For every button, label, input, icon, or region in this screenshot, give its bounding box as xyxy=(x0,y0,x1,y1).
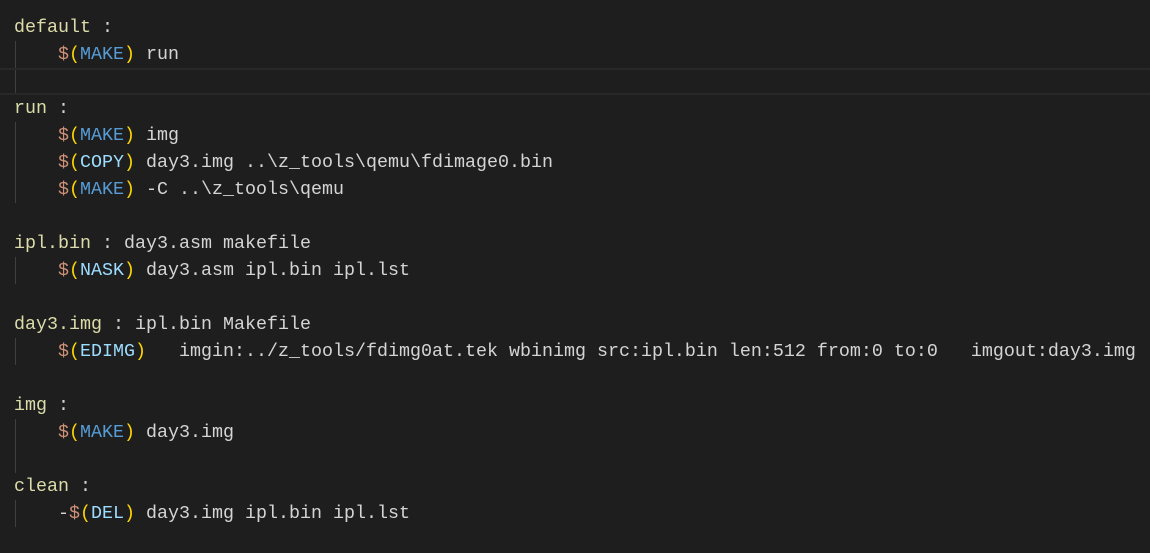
token-var: COPY xyxy=(80,152,124,173)
token-target: clean xyxy=(14,476,69,497)
code-line[interactable]: $(MAKE) day3.img xyxy=(0,419,1150,446)
code-line[interactable] xyxy=(0,284,1150,311)
token-target: default xyxy=(14,17,91,38)
indent-guide xyxy=(15,257,16,284)
token-paren: ) xyxy=(124,503,135,524)
token-builtin: MAKE xyxy=(80,179,124,200)
token-plain: : xyxy=(69,476,91,497)
code-line[interactable]: ipl.bin : day3.asm makefile xyxy=(0,230,1150,257)
token-dollar: $ xyxy=(58,179,69,200)
code-line[interactable]: $(EDIMG) imgin:../z_tools/fdimg0at.tek w… xyxy=(0,338,1150,365)
code-line[interactable]: run : xyxy=(0,95,1150,122)
token-plain: : day3.asm makefile xyxy=(91,233,311,254)
token-plain: img xyxy=(135,125,179,146)
code-line[interactable] xyxy=(0,365,1150,392)
code-line[interactable]: clean : xyxy=(0,473,1150,500)
code-line[interactable] xyxy=(0,68,1150,95)
indent-guide xyxy=(15,446,16,473)
token-var: NASK xyxy=(80,260,124,281)
code-line[interactable]: $(COPY) day3.img ..\z_tools\qemu\fdimage… xyxy=(0,149,1150,176)
indent-guide xyxy=(15,176,16,203)
indent-guide xyxy=(15,41,16,68)
code-line[interactable]: img : xyxy=(0,392,1150,419)
token-builtin: MAKE xyxy=(80,125,124,146)
token-plain: -C ..\z_tools\qemu xyxy=(135,179,344,200)
token-var: DEL xyxy=(91,503,124,524)
token-paren: ) xyxy=(124,179,135,200)
token-plain: day3.img xyxy=(135,422,234,443)
token-plain: : ipl.bin Makefile xyxy=(102,314,311,335)
token-paren: ) xyxy=(124,152,135,173)
indent-guide xyxy=(15,70,16,93)
token-plain: : xyxy=(47,98,69,119)
token-dollar: $ xyxy=(58,422,69,443)
token-paren: ( xyxy=(69,152,80,173)
token-paren: ) xyxy=(124,44,135,65)
token-paren: ( xyxy=(69,125,80,146)
token-paren: ) xyxy=(124,260,135,281)
token-paren: ) xyxy=(135,341,146,362)
token-builtin: MAKE xyxy=(80,422,124,443)
token-target: run xyxy=(14,98,47,119)
indent-guide xyxy=(15,500,16,527)
token-target: ipl.bin xyxy=(14,233,91,254)
token-paren: ) xyxy=(124,125,135,146)
token-paren: ( xyxy=(69,341,80,362)
code-line[interactable] xyxy=(0,203,1150,230)
token-target: img xyxy=(14,395,47,416)
token-plain: : xyxy=(91,17,113,38)
token-target: day3.img xyxy=(14,314,102,335)
code-line[interactable] xyxy=(0,446,1150,473)
token-plain: day3.asm ipl.bin ipl.lst xyxy=(135,260,410,281)
token-plain: run xyxy=(135,44,179,65)
indent-guide xyxy=(15,338,16,365)
token-builtin: MAKE xyxy=(80,44,124,65)
token-dollar: $ xyxy=(58,125,69,146)
indent-guide xyxy=(15,419,16,446)
token-plain: : xyxy=(47,395,69,416)
code-line[interactable]: -$(DEL) day3.img ipl.bin ipl.lst xyxy=(0,500,1150,527)
code-line[interactable]: day3.img : ipl.bin Makefile xyxy=(0,311,1150,338)
token-dollar: $ xyxy=(69,503,80,524)
token-paren: ( xyxy=(69,179,80,200)
code-line[interactable]: $(MAKE) -C ..\z_tools\qemu xyxy=(0,176,1150,203)
code-editor[interactable]: default : $(MAKE) run run : $(MAKE) img … xyxy=(0,14,1150,527)
code-line[interactable]: $(MAKE) img xyxy=(0,122,1150,149)
token-var: EDIMG xyxy=(80,341,135,362)
indent-guide xyxy=(15,122,16,149)
token-plain: - xyxy=(14,503,69,524)
token-plain: day3.img ..\z_tools\qemu\fdimage0.bin xyxy=(135,152,553,173)
token-dollar: $ xyxy=(58,341,69,362)
token-dollar: $ xyxy=(58,44,69,65)
code-line[interactable]: default : xyxy=(0,14,1150,41)
token-paren: ) xyxy=(124,422,135,443)
token-plain: imgin:../z_tools/fdimg0at.tek wbinimg sr… xyxy=(146,341,1136,362)
token-paren: ( xyxy=(69,422,80,443)
indent-guide xyxy=(15,149,16,176)
token-paren: ( xyxy=(69,44,80,65)
token-plain: day3.img ipl.bin ipl.lst xyxy=(135,503,410,524)
code-line[interactable]: $(MAKE) run xyxy=(0,41,1150,68)
token-dollar: $ xyxy=(58,260,69,281)
token-dollar: $ xyxy=(58,152,69,173)
token-paren: ( xyxy=(80,503,91,524)
token-paren: ( xyxy=(69,260,80,281)
code-line[interactable]: $(NASK) day3.asm ipl.bin ipl.lst xyxy=(0,257,1150,284)
